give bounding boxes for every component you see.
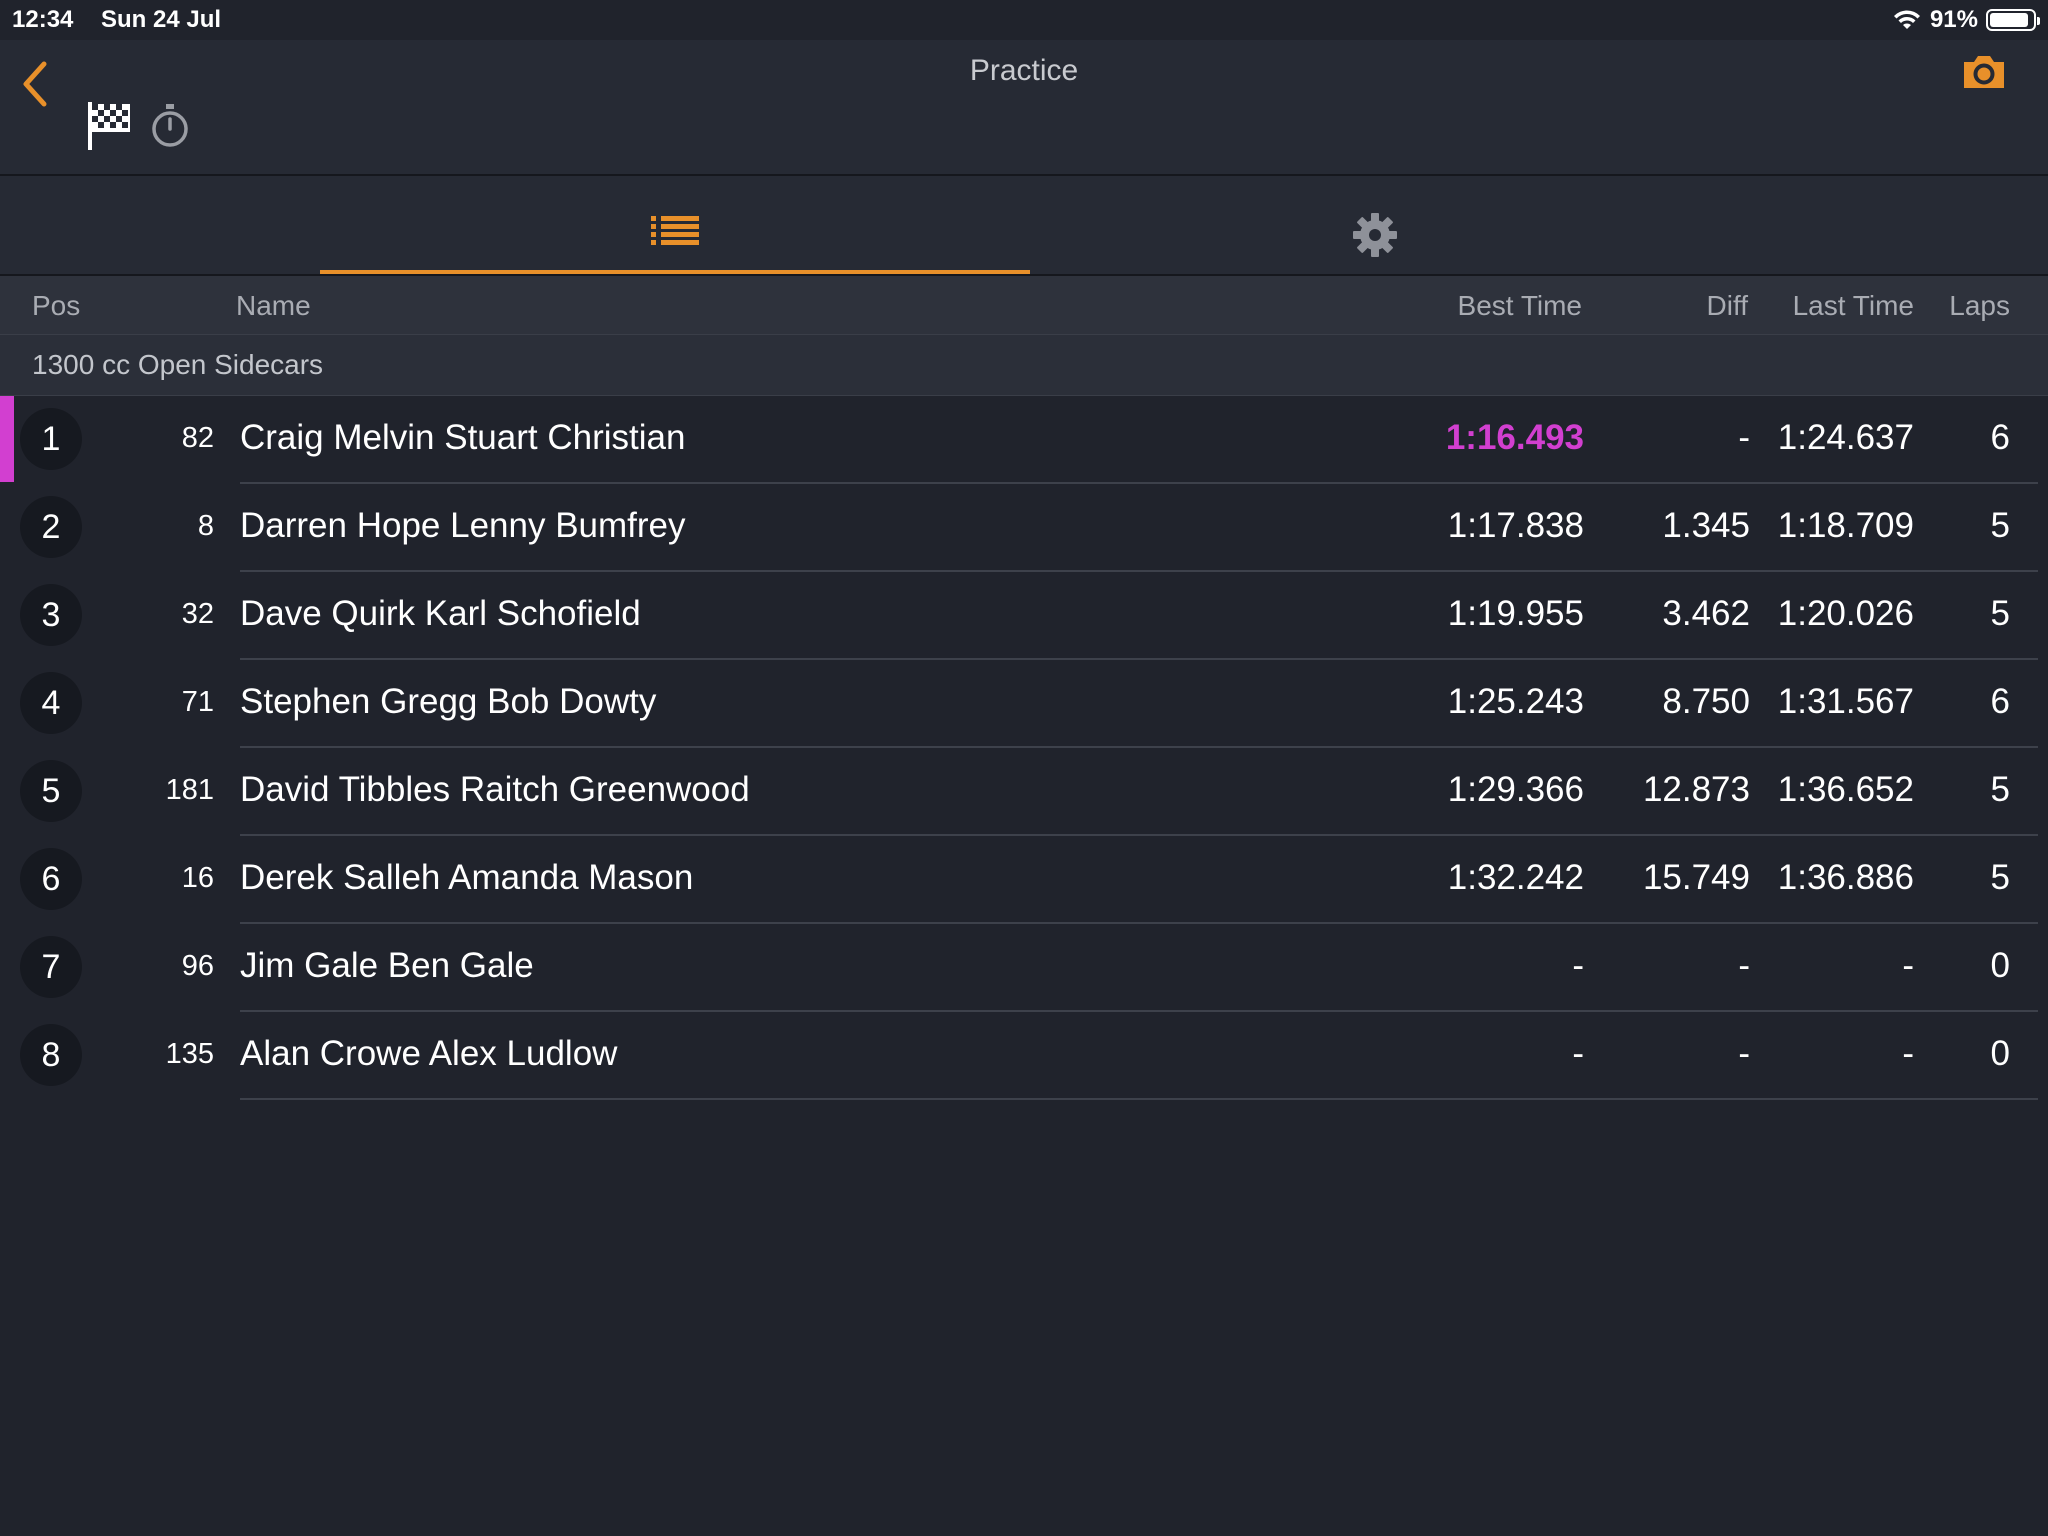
- camera-icon: [1964, 56, 2004, 88]
- last-time: -: [1902, 946, 1914, 985]
- result-row[interactable]: 6 16 Derek Salleh Amanda Mason 1:32.242 …: [0, 836, 2048, 924]
- diff-time: 3.462: [1662, 594, 1750, 633]
- status-date: Sun 24 Jul: [101, 6, 222, 33]
- position-badge: 2: [20, 496, 82, 558]
- wifi-icon: [1893, 10, 1920, 29]
- rider-number: 8: [197, 510, 214, 542]
- last-time: 1:18.709: [1777, 506, 1914, 545]
- rider-name: Darren Hope Lenny Bumfrey: [240, 506, 686, 545]
- rider-name: Jim Gale Ben Gale: [240, 946, 534, 985]
- page-title: Practice: [969, 54, 1079, 87]
- rider-name: Stephen Gregg Bob Dowty: [240, 682, 657, 721]
- battery-level: [1990, 13, 2029, 27]
- checkered-flag-icon[interactable]: [86, 100, 132, 152]
- position-badge: 3: [20, 584, 82, 646]
- tab-list[interactable]: [320, 176, 1030, 274]
- col-diff[interactable]: Diff: [1707, 290, 1749, 322]
- position-badge: 6: [20, 848, 82, 910]
- best-time: 1:25.243: [1447, 682, 1584, 721]
- list-icon: [651, 216, 699, 245]
- status-bar: 12:34 Sun 24 Jul 91%: [0, 0, 2048, 40]
- tab-settings[interactable]: [1030, 176, 1720, 274]
- tab-bar: [0, 176, 2048, 276]
- diff-time: 15.749: [1642, 858, 1750, 897]
- best-time: 1:16.493: [1445, 418, 1584, 457]
- diff-time: -: [1738, 418, 1750, 457]
- result-row[interactable]: 2 8 Darren Hope Lenny Bumfrey 1:17.838 1…: [0, 484, 2048, 572]
- rider-number: 135: [165, 1038, 214, 1070]
- last-time: 1:36.652: [1777, 770, 1914, 809]
- status-right: 91%: [1892, 6, 2040, 34]
- class-group-title: 1300 cc Open Sidecars: [32, 349, 324, 380]
- col-name[interactable]: Name: [236, 290, 311, 322]
- laps-count: 5: [1990, 858, 2010, 897]
- position-badge: 1: [20, 408, 82, 470]
- result-row[interactable]: 3 32 Dave Quirk Karl Schofield 1:19.955 …: [0, 572, 2048, 660]
- rider-number: 181: [165, 774, 214, 806]
- class-group-header: 1300 cc Open Sidecars: [0, 334, 2048, 396]
- result-row[interactable]: 1 82 Craig Melvin Stuart Christian 1:16.…: [0, 396, 2048, 484]
- results-list: 1 82 Craig Melvin Stuart Christian 1:16.…: [0, 396, 2048, 1100]
- camera-button[interactable]: [1960, 52, 2008, 92]
- status-time: 12:34: [12, 6, 74, 33]
- diff-time: -: [1738, 946, 1750, 985]
- result-row[interactable]: 5 181 David Tibbles Raitch Greenwood 1:2…: [0, 748, 2048, 836]
- col-best-time[interactable]: Best Time: [1458, 290, 1582, 322]
- laps-count: 6: [1990, 682, 2010, 721]
- laps-count: 5: [1990, 594, 2010, 633]
- diff-time: 8.750: [1662, 682, 1750, 721]
- best-time: -: [1572, 1034, 1584, 1073]
- stopwatch-icon[interactable]: [148, 102, 192, 150]
- col-laps[interactable]: Laps: [1949, 290, 2010, 322]
- laps-count: 6: [1990, 418, 2010, 457]
- column-header: Pos Name Best Time Diff Last Time Laps: [0, 276, 2048, 334]
- rider-name: Craig Melvin Stuart Christian: [240, 418, 686, 457]
- col-last-time[interactable]: Last Time: [1793, 290, 1914, 322]
- position-badge: 7: [20, 936, 82, 998]
- battery-percent: 91%: [1929, 6, 1978, 33]
- position-badge: 5: [20, 760, 82, 822]
- laps-count: 0: [1990, 1034, 2010, 1073]
- diff-time: 12.873: [1642, 770, 1750, 809]
- nav-bar: Practice: [0, 40, 2048, 176]
- col-pos[interactable]: Pos: [32, 290, 80, 322]
- laps-count: 5: [1990, 506, 2010, 545]
- last-time: 1:36.886: [1777, 858, 1914, 897]
- position-badge: 8: [20, 1024, 82, 1086]
- rider-name: David Tibbles Raitch Greenwood: [240, 770, 750, 809]
- leader-marker: [0, 396, 14, 482]
- best-time: -: [1572, 946, 1584, 985]
- position-badge: 4: [20, 672, 82, 734]
- result-row[interactable]: 4 71 Stephen Gregg Bob Dowty 1:25.243 8.…: [0, 660, 2048, 748]
- rider-number: 16: [181, 862, 214, 894]
- rider-number: 71: [181, 686, 214, 718]
- last-time: -: [1902, 1034, 1914, 1073]
- result-row[interactable]: 7 96 Jim Gale Ben Gale - - - 0: [0, 924, 2048, 1012]
- diff-time: 1.345: [1662, 506, 1750, 545]
- active-tab-indicator: [320, 270, 1030, 274]
- rider-number: 32: [181, 598, 214, 630]
- result-row[interactable]: 8 135 Alan Crowe Alex Ludlow - - - 0: [0, 1012, 2048, 1100]
- battery-icon: [1986, 9, 2040, 31]
- best-time: 1:29.366: [1447, 770, 1584, 809]
- gear-icon: [1353, 213, 1397, 257]
- last-time: 1:31.567: [1777, 682, 1914, 721]
- rider-name: Alan Crowe Alex Ludlow: [240, 1034, 618, 1073]
- rider-number: 96: [181, 950, 214, 982]
- laps-count: 0: [1990, 946, 2010, 985]
- last-time: 1:20.026: [1777, 594, 1914, 633]
- rider-number: 82: [181, 422, 214, 454]
- best-time: 1:19.955: [1447, 594, 1584, 633]
- best-time: 1:17.838: [1447, 506, 1584, 545]
- rider-name: Derek Salleh Amanda Mason: [240, 858, 694, 897]
- rider-name: Dave Quirk Karl Schofield: [240, 594, 641, 633]
- diff-time: -: [1738, 1034, 1750, 1073]
- last-time: 1:24.637: [1777, 418, 1914, 457]
- laps-count: 5: [1990, 770, 2010, 809]
- best-time: 1:32.242: [1447, 858, 1584, 897]
